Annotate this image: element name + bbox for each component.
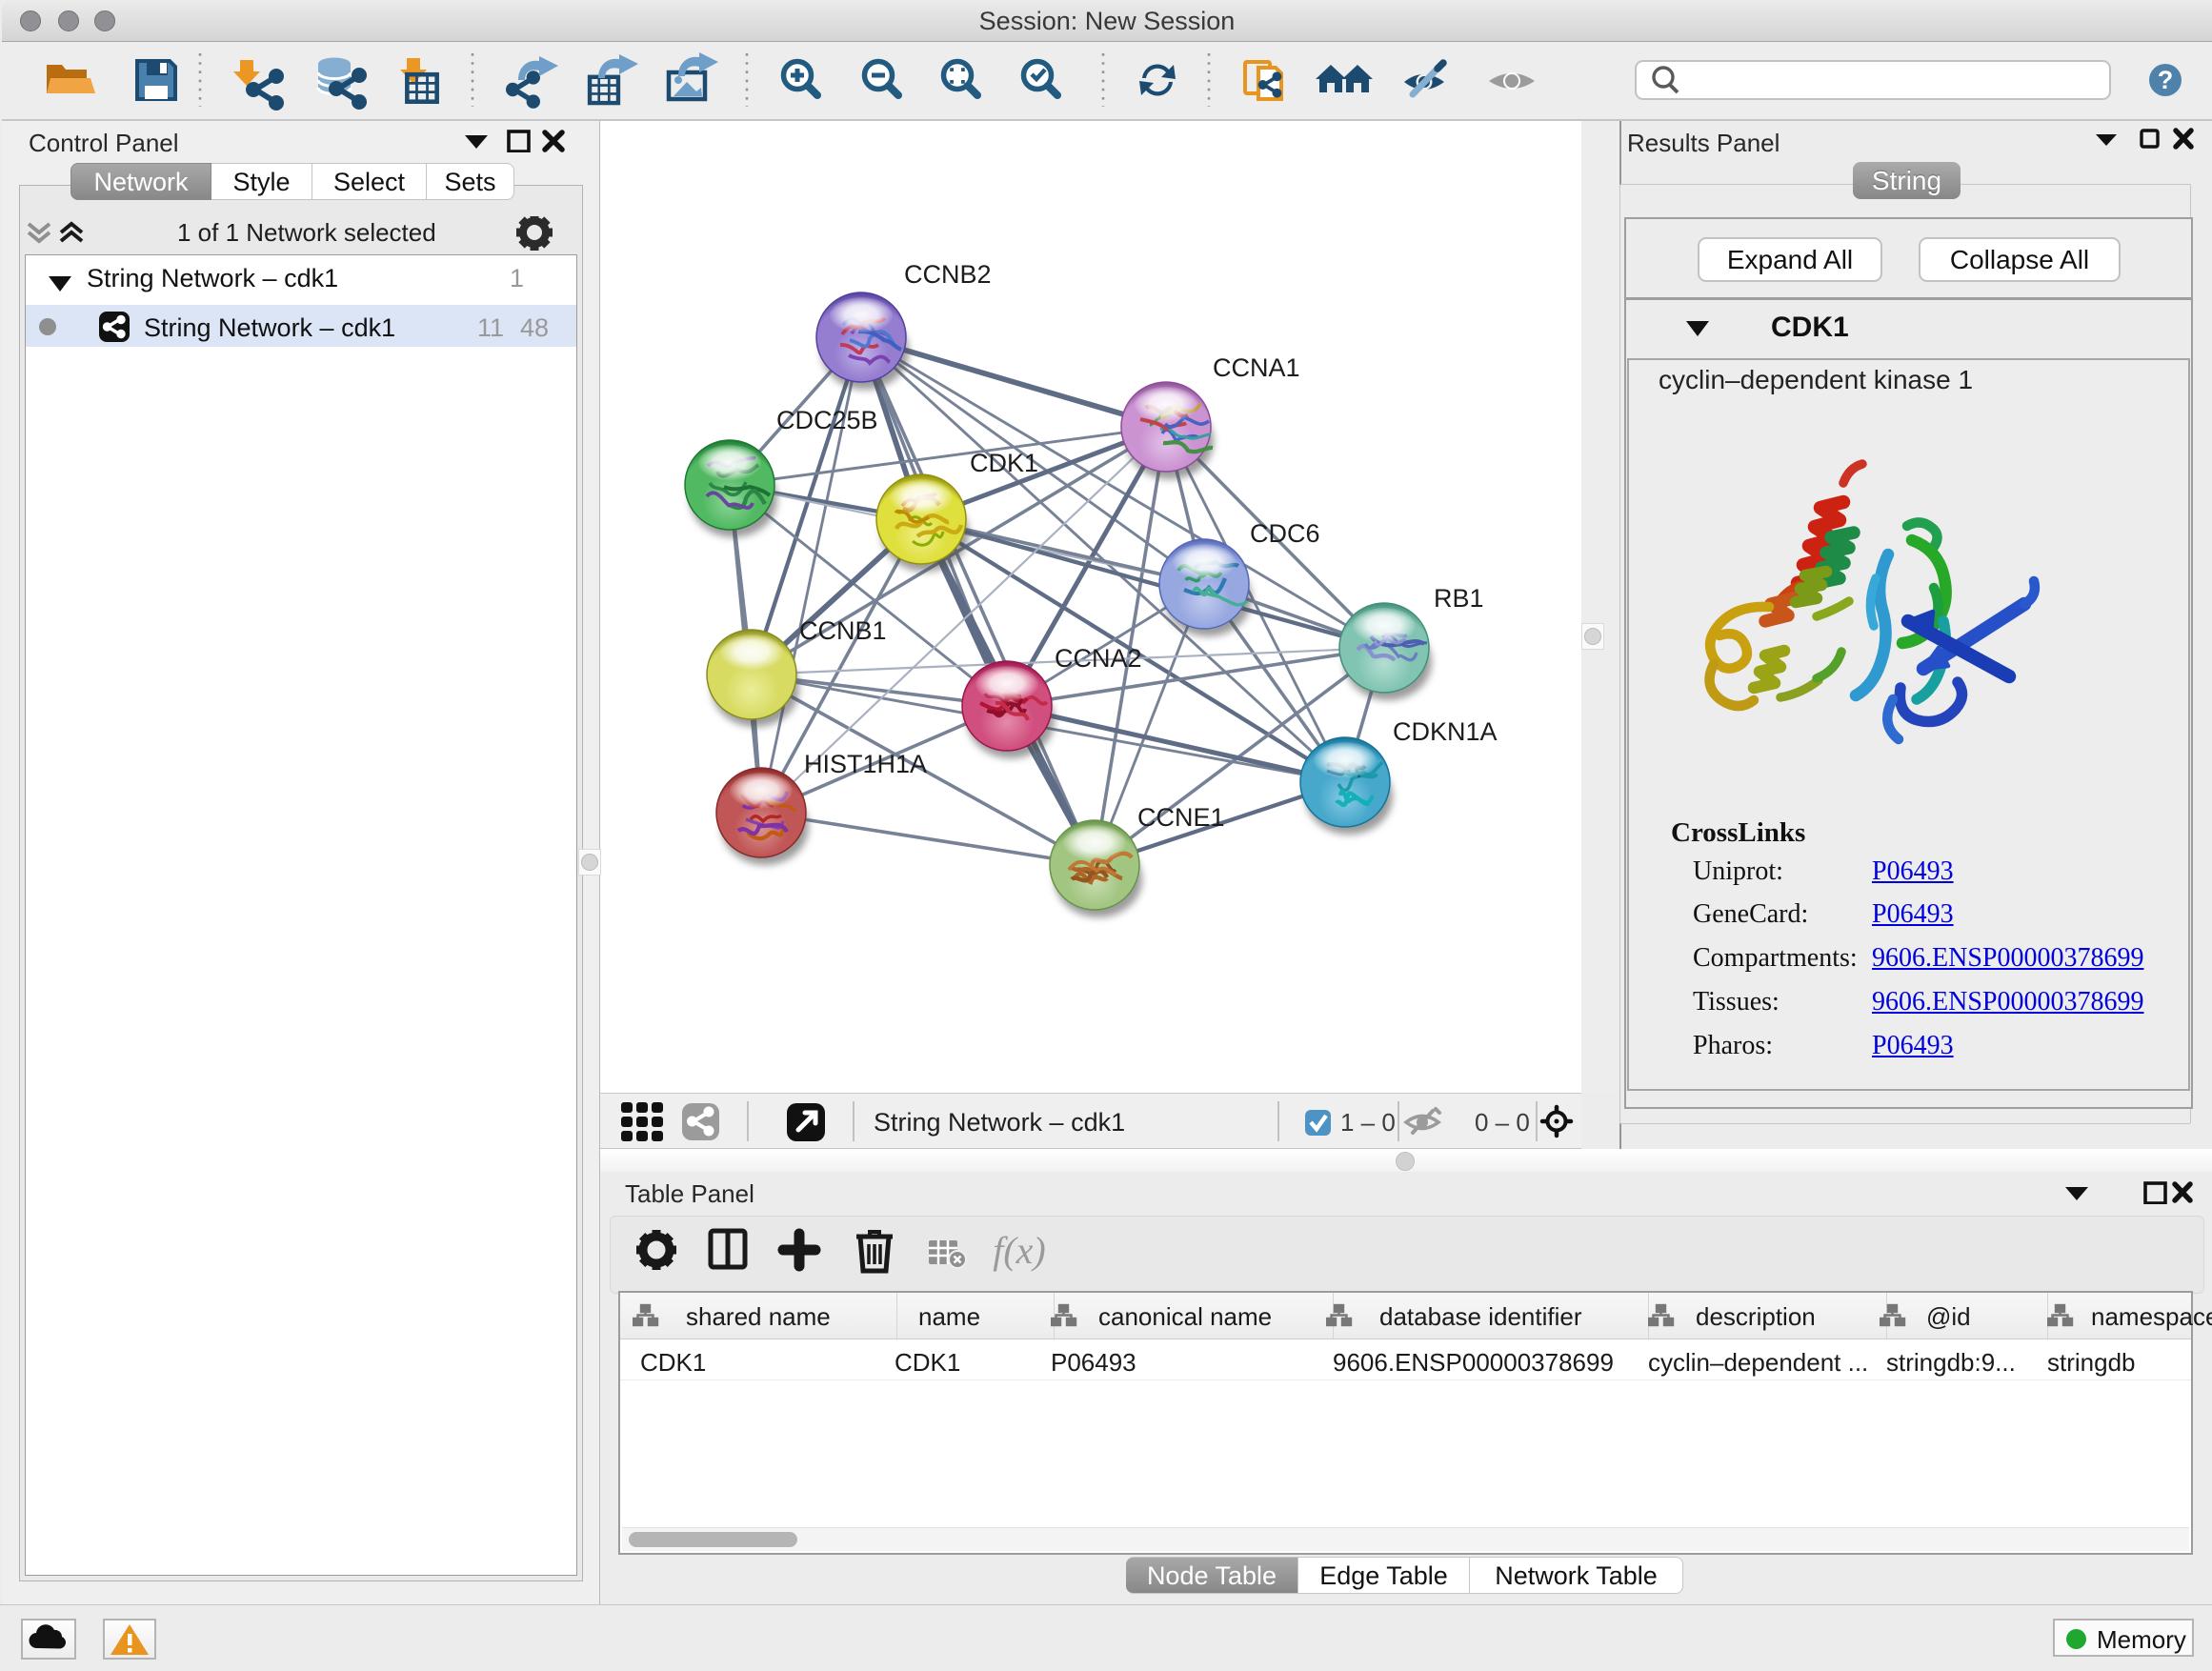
svg-text:0 – 0: 0 – 0 xyxy=(1475,1108,1530,1137)
svg-text:CCNA2: CCNA2 xyxy=(1055,644,1142,673)
svg-text:CDC6: CDC6 xyxy=(1250,519,1320,548)
svg-text:CCNA1: CCNA1 xyxy=(1213,353,1300,382)
svg-text:CDK1: CDK1 xyxy=(970,449,1038,477)
svg-text:RB1: RB1 xyxy=(1434,584,1484,613)
svg-text:HIST1H1A: HIST1H1A xyxy=(804,750,927,778)
svg-text:CCNB2: CCNB2 xyxy=(904,260,992,289)
svg-text:CCNB1: CCNB1 xyxy=(799,616,887,645)
svg-text:?: ? xyxy=(2158,66,2174,94)
svg-text:CDKN1A: CDKN1A xyxy=(1393,717,1498,746)
svg-text:CCNE1: CCNE1 xyxy=(1137,803,1225,832)
svg-text:f(x): f(x) xyxy=(993,1229,1046,1272)
svg-text:1 – 0: 1 – 0 xyxy=(1340,1108,1396,1137)
svg-text:String Network – cdk1: String Network – cdk1 xyxy=(874,1108,1125,1137)
svg-text:CDC25B: CDC25B xyxy=(776,406,878,434)
